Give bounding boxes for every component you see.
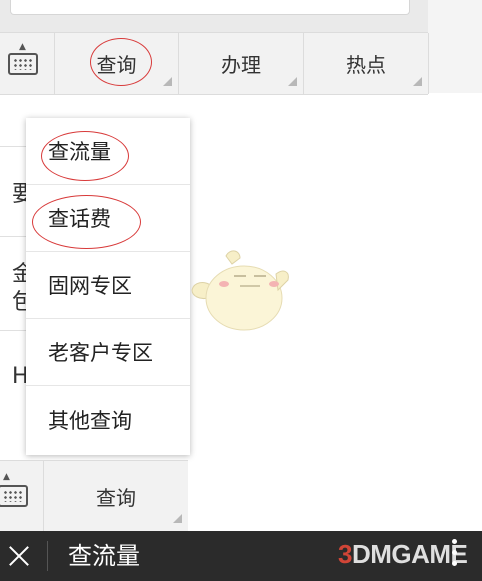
query-dropdown-menu: 查流量 查话费 固网专区 老客户专区 其他查询 <box>26 118 190 455</box>
right-gutter <box>428 0 482 93</box>
more-options-icon[interactable] <box>452 539 458 573</box>
caret-up-icon: ▲ <box>3 472 10 482</box>
tab-handle[interactable]: 办理 <box>179 33 304 94</box>
message-input[interactable] <box>10 0 410 15</box>
tab-query[interactable]: 查询 <box>44 461 188 531</box>
tab-handle-label: 办理 <box>221 53 261 77</box>
menu-item-data-usage[interactable]: 查流量 <box>26 118 190 185</box>
mascot-fish-icon <box>191 250 289 331</box>
submenu-indicator-icon <box>163 77 172 86</box>
title-bar: 查流量 3DMGAME <box>0 531 482 581</box>
top-strip <box>0 0 428 32</box>
submenu-indicator-icon <box>413 77 422 86</box>
menu-item-other-query[interactable]: 其他查询 <box>26 386 190 453</box>
tab-hot[interactable]: 热点 <box>304 33 429 94</box>
submenu-indicator-icon <box>173 514 182 523</box>
keyboard-icon <box>8 53 38 75</box>
keyboard-icon <box>0 485 28 507</box>
bottom-menu-bar: ▲ 查询 <box>0 460 188 531</box>
close-icon[interactable] <box>6 540 32 572</box>
menu-item-fixed-network[interactable]: 固网专区 <box>26 252 190 319</box>
tab-hot-label: 热点 <box>346 53 386 77</box>
tab-query-label: 查询 <box>96 485 136 510</box>
menu-item-label: 固网专区 <box>48 274 132 298</box>
tab-query-label: 查询 <box>96 53 137 77</box>
menu-item-label: 查流量 <box>48 140 111 164</box>
service-menu-bar: ▲ 查询 办理 热点 <box>0 32 429 95</box>
keyboard-toggle-button[interactable]: ▲ <box>0 461 44 531</box>
tab-query[interactable]: 查询 <box>55 33 179 94</box>
submenu-indicator-icon <box>288 77 297 86</box>
menu-item-label: 查话费 <box>48 207 111 231</box>
caret-up-icon: ▲ <box>19 42 26 52</box>
menu-item-label: 其他查询 <box>48 408 132 433</box>
keyboard-toggle-button[interactable]: ▲ <box>0 33 55 94</box>
divider <box>47 541 48 571</box>
page-title: 查流量 <box>68 542 140 570</box>
menu-item-phone-bill[interactable]: 查话费 <box>26 185 190 252</box>
watermark-logo: 3DMGAME <box>338 539 468 569</box>
menu-item-label: 老客户专区 <box>48 341 153 365</box>
menu-item-existing-customer[interactable]: 老客户专区 <box>26 319 190 386</box>
